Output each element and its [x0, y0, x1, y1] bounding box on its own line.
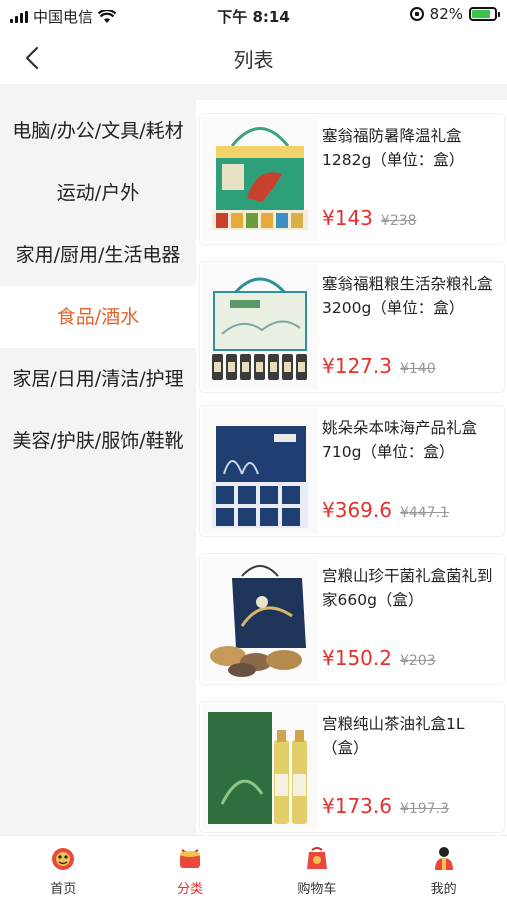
category-sidebar: 电脑/办公/文具/耗材 运动/户外 家用/厨用/生活电器 食品/酒水 家居/日用…	[0, 100, 196, 835]
product-price: ¥143	[322, 206, 373, 230]
product-original-price: ¥203	[399, 653, 436, 669]
product-card[interactable]: 姚朵朵本味海产品礼盒710g（单位：盒） ¥369.6 ¥447.1	[200, 406, 504, 536]
product-name: 塞翁福防暑降温礼盒1282g（单位：盒）	[322, 127, 465, 169]
product-image	[202, 264, 318, 390]
battery-fill	[472, 10, 491, 18]
status-right: 82%	[409, 5, 500, 23]
product-card[interactable]: 宫粮山珍干菌礼盒菌礼到家660g（盒） ¥150.2 ¥203	[200, 554, 504, 684]
category-item[interactable]: 美容/护肤/服饰/鞋靴	[0, 410, 196, 472]
tab-bar: 首页 分类 购物车 我的	[0, 835, 507, 901]
price-row: ¥173.6 ¥197.3	[322, 794, 449, 818]
bag-icon	[306, 847, 327, 869]
product-original-price: ¥140	[399, 361, 436, 377]
tab-label: 我的	[430, 882, 457, 897]
category-item[interactable]: 家用/厨用/生活电器	[0, 224, 196, 286]
battery-icon	[469, 7, 500, 21]
tab-mine[interactable]: 我的	[380, 836, 507, 901]
product-image	[202, 408, 318, 534]
person-icon	[434, 847, 453, 870]
category-label: 家用/厨用/生活电器	[15, 244, 181, 266]
product-image	[202, 704, 318, 830]
product-name: 姚朵朵本味海产品礼盒710g（单位：盒）	[322, 419, 478, 461]
price-row: ¥143 ¥238	[322, 206, 417, 230]
battery-percent: 82%	[429, 5, 463, 23]
category-label: 食品/酒水	[56, 306, 140, 328]
orientation-lock-icon	[409, 7, 424, 21]
product-name: 宫粮山珍干菌礼盒菌礼到家660g（盒）	[322, 567, 493, 609]
category-label: 电脑/办公/文具/耗材	[12, 120, 184, 142]
category-item-active[interactable]: 食品/酒水	[0, 286, 196, 348]
price-row: ¥127.3 ¥140	[322, 354, 436, 378]
product-price: ¥173.6	[322, 794, 392, 818]
category-item[interactable]: 运动/户外	[0, 162, 196, 224]
category-label: 运动/户外	[56, 182, 140, 204]
tab-label: 首页	[50, 882, 77, 897]
tab-cart[interactable]: 购物车	[254, 836, 381, 901]
product-price: ¥369.6	[322, 498, 392, 522]
category-label: 家居/日用/清洁/护理	[12, 368, 184, 390]
category-label: 美容/护肤/服饰/鞋靴	[12, 430, 184, 452]
product-price: ¥127.3	[322, 354, 392, 378]
product-card[interactable]: 塞翁福粗粮生活杂粮礼盒3200g（单位：盒） ¥127.3 ¥140	[200, 262, 504, 392]
nav-bar: 列表	[0, 32, 507, 84]
tab-category[interactable]: 分类	[127, 836, 254, 901]
tab-label: 分类	[177, 882, 204, 897]
price-row: ¥369.6 ¥447.1	[322, 498, 449, 522]
product-original-price: ¥447.1	[399, 505, 449, 521]
product-list: 塞翁福防暑降温礼盒1282g（单位：盒） ¥143 ¥238 塞翁福粗粮生活杂粮…	[196, 100, 507, 835]
product-image	[202, 116, 318, 242]
lion-head-icon	[52, 848, 75, 870]
product-card[interactable]: 塞翁福防暑降温礼盒1282g（单位：盒） ¥143 ¥238	[200, 114, 504, 244]
category-item[interactable]: 电脑/办公/文具/耗材	[0, 100, 196, 162]
page-title: 列表	[233, 48, 274, 72]
product-name: 塞翁福粗粮生活杂粮礼盒3200g（单位：盒）	[322, 275, 493, 317]
product-original-price: ¥197.3	[399, 801, 449, 817]
product-image	[202, 556, 318, 682]
tab-home[interactable]: 首页	[0, 836, 127, 901]
category-item[interactable]: 家居/日用/清洁/护理	[0, 348, 196, 410]
product-original-price: ¥238	[380, 213, 417, 229]
product-card[interactable]: 宫粮纯山茶油礼盒1L（盒） ¥173.6 ¥197.3	[200, 702, 504, 832]
product-price: ¥150.2	[322, 646, 392, 670]
status-bar: 中国电信 下午 8:14 82%	[0, 0, 507, 32]
drum-icon	[180, 849, 201, 868]
tab-label: 购物车	[297, 882, 337, 897]
price-row: ¥150.2 ¥203	[322, 646, 436, 670]
product-name: 宫粮纯山茶油礼盒1L（盒）	[322, 715, 465, 757]
